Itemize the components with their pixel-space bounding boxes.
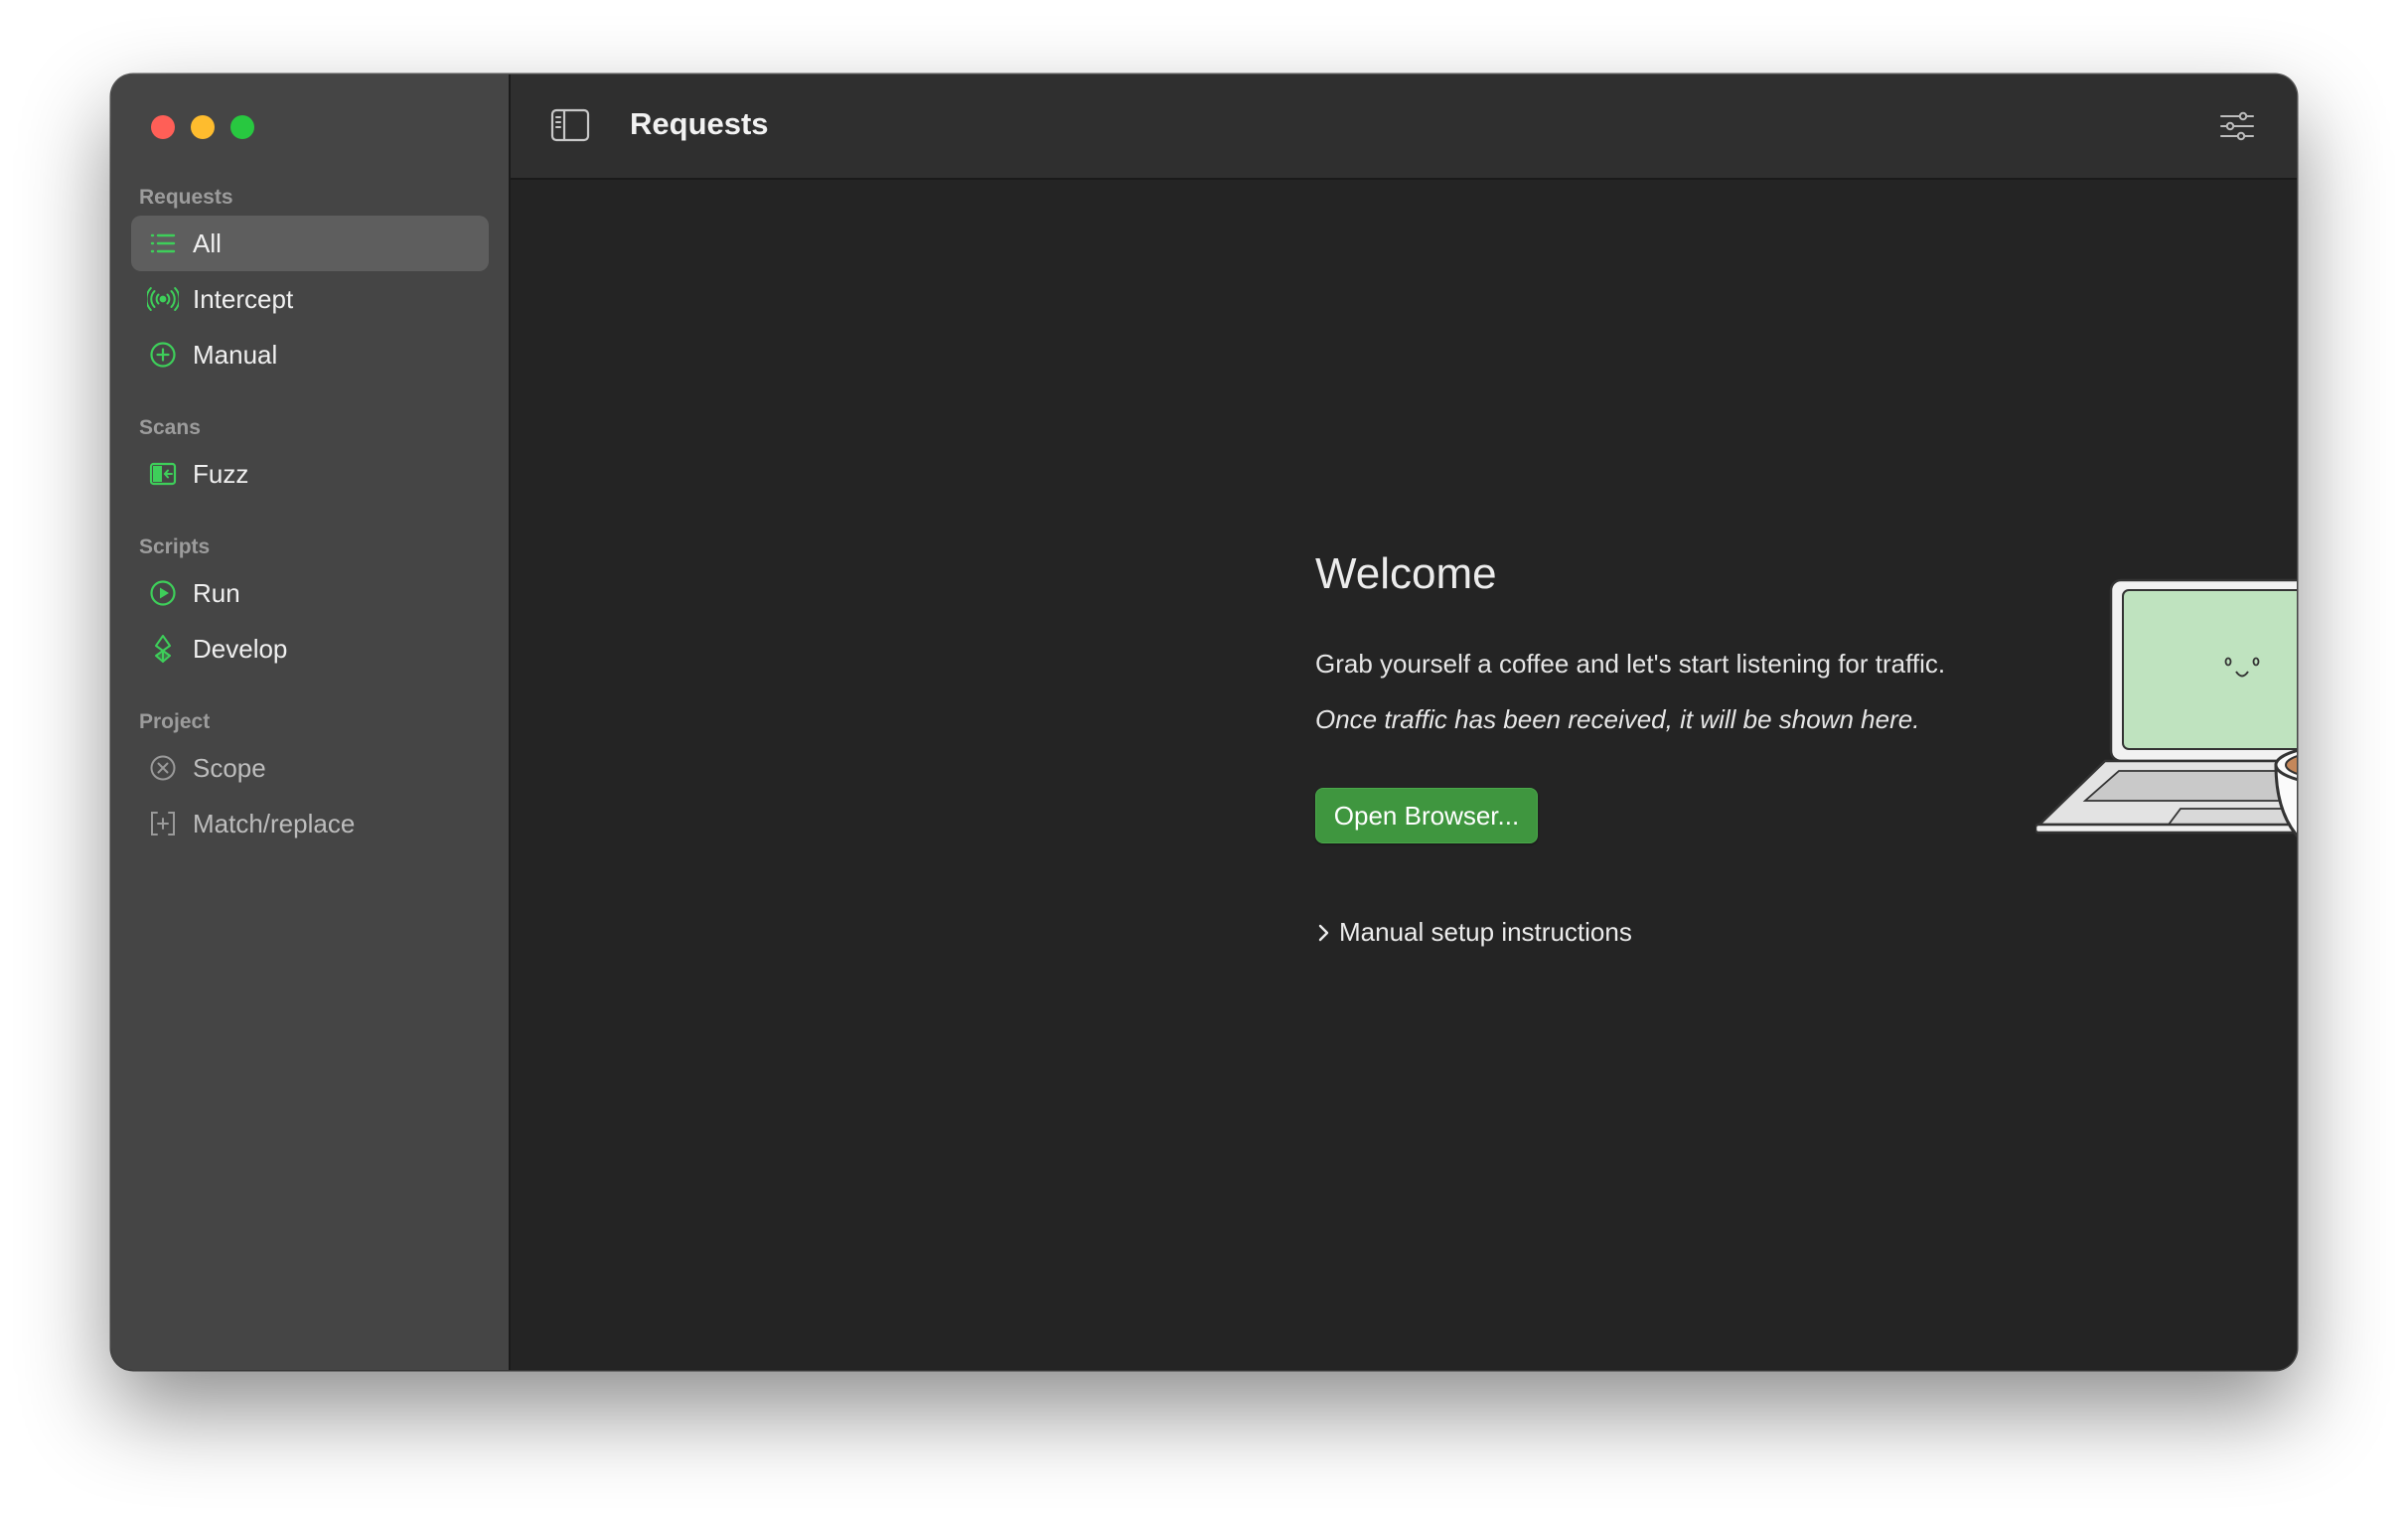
sidebar-item-develop[interactable]: Develop <box>131 621 489 677</box>
sidebar-item-label: Run <box>193 577 240 608</box>
section-title-scans: Scans <box>139 416 201 439</box>
section-title-project: Project <box>139 710 211 733</box>
laptop-icon <box>2035 578 2297 835</box>
sliders-icon[interactable] <box>2219 108 2255 144</box>
plus-circle-icon <box>147 339 179 371</box>
chevron-right-icon <box>1318 924 1329 941</box>
page-title: Requests <box>630 106 769 141</box>
sidebar-item-manual[interactable]: Manual <box>131 327 489 382</box>
sidebar-item-label: Develop <box>193 633 288 664</box>
sidebar-toggle-icon[interactable] <box>550 108 590 142</box>
sidebar-item-label: All <box>193 228 222 258</box>
close-window-button[interactable] <box>151 115 175 139</box>
sidebar-item-run[interactable]: Run <box>131 565 489 621</box>
toolbar: Requests <box>511 75 2297 180</box>
welcome-title: Welcome <box>1315 549 1497 598</box>
sidebar-item-label: Manual <box>193 339 278 370</box>
main-content: Requests Welcome Grab yourself a coffee … <box>511 75 2297 1370</box>
minimize-window-button[interactable] <box>191 115 215 139</box>
sidebar-item-fuzz[interactable]: Fuzz <box>131 446 489 502</box>
sidebar-item-label: Match/replace <box>193 808 356 838</box>
broadcast-icon <box>147 283 179 315</box>
zoom-window-button[interactable] <box>230 115 254 139</box>
welcome-note: Once traffic has been received, it will … <box>1315 704 1920 734</box>
fuzz-icon <box>147 458 179 490</box>
open-browser-button[interactable]: Open Browser... <box>1315 788 1538 843</box>
disclosure-label: Manual setup instructions <box>1339 917 1632 947</box>
sidebar-item-intercept[interactable]: Intercept <box>131 271 489 327</box>
list-icon <box>147 228 179 259</box>
laptop-coffee-illustration <box>2035 578 2297 837</box>
window-controls <box>151 115 254 139</box>
welcome-message: Grab yourself a coffee and let's start l… <box>1315 649 1946 679</box>
manual-setup-disclosure[interactable]: Manual setup instructions <box>1313 917 1632 948</box>
code-icon <box>147 633 179 665</box>
x-circle-icon <box>147 752 179 784</box>
sidebar-item-label: Intercept <box>193 283 294 314</box>
app-window: Requests All Intercept Manual Scans Fuzz… <box>111 75 2297 1370</box>
sidebar-item-scope[interactable]: Scope <box>131 740 489 796</box>
bracket-plus-icon <box>147 808 179 839</box>
section-title-requests: Requests <box>139 186 233 209</box>
sidebar-item-label: Scope <box>193 752 266 783</box>
sidebar-item-label: Fuzz <box>193 458 249 489</box>
sidebar: Requests All Intercept Manual Scans Fuzz… <box>111 75 511 1370</box>
sidebar-item-match-replace[interactable]: Match/replace <box>131 796 489 851</box>
sidebar-item-all[interactable]: All <box>131 216 489 271</box>
section-title-scripts: Scripts <box>139 535 211 558</box>
play-circle-icon <box>147 577 179 609</box>
